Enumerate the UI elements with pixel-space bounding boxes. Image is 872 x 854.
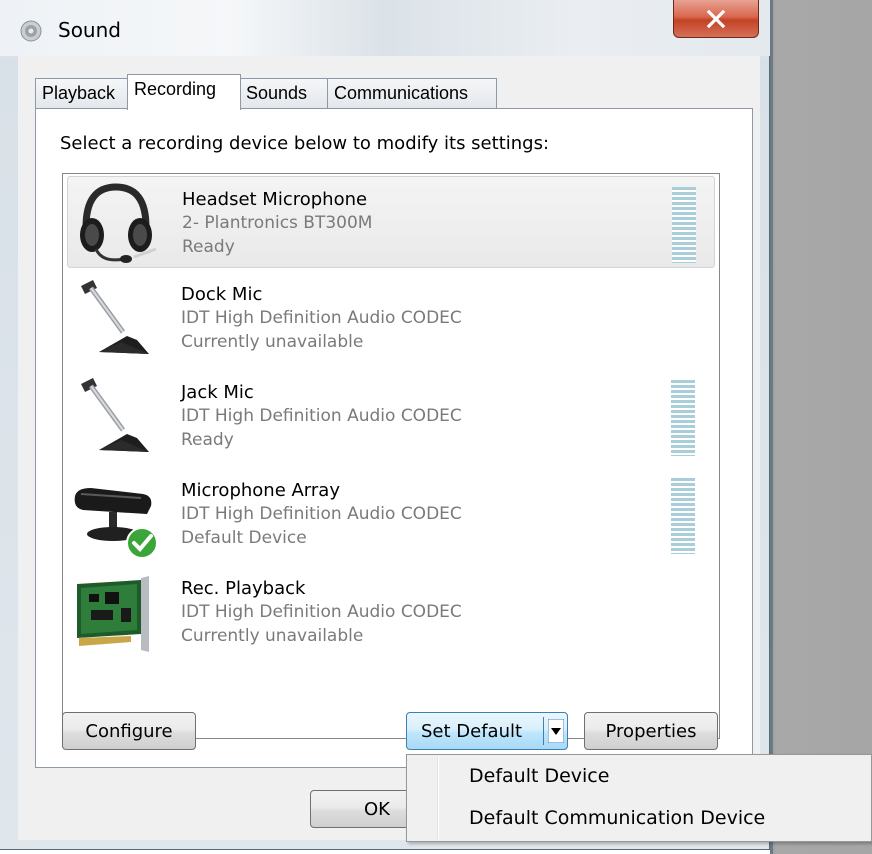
configure-button[interactable]: Configure xyxy=(62,712,196,750)
close-button[interactable] xyxy=(673,0,759,38)
window-title: Sound xyxy=(58,18,121,42)
chevron-down-icon xyxy=(548,719,564,743)
level-meter xyxy=(672,187,696,263)
green-check-icon xyxy=(126,527,158,559)
speaker-icon xyxy=(20,20,42,42)
device-name: Dock Mic xyxy=(181,284,263,305)
sound-card-icon xyxy=(77,576,149,652)
microphone-stand-icon xyxy=(81,378,149,452)
list-item-headset-microphone[interactable]: Headset Microphone 2- Plantronics BT300M… xyxy=(67,176,715,268)
device-driver: IDT High Definition Audio CODEC xyxy=(181,406,462,426)
tab-recording[interactable]: Recording xyxy=(127,74,241,110)
device-status: Currently unavailable xyxy=(181,332,364,352)
device-status: Default Device xyxy=(181,528,307,548)
title-bar[interactable]: Sound xyxy=(0,0,770,56)
properties-button[interactable]: Properties xyxy=(584,712,718,750)
device-list[interactable]: Headset Microphone 2- Plantronics BT300M… xyxy=(62,173,720,739)
device-driver: IDT High Definition Audio CODEC xyxy=(181,602,462,622)
list-item-microphone-array[interactable]: Microphone Array IDT High Definition Aud… xyxy=(67,468,715,560)
desktop-background xyxy=(770,0,872,854)
set-default-dropdown-menu: Default Device Default Communication Dev… xyxy=(406,754,872,842)
device-name: Rec. Playback xyxy=(181,578,306,599)
list-item-dock-mic[interactable]: Dock Mic IDT High Definition Audio CODEC… xyxy=(67,272,715,364)
dialog-client-area: Playback Recording Sounds Communications… xyxy=(18,56,760,840)
instruction-text: Select a recording device below to modif… xyxy=(60,133,550,154)
tab-playback[interactable]: Playback xyxy=(35,78,129,108)
close-icon xyxy=(706,9,726,28)
level-meter xyxy=(671,380,695,456)
set-default-button[interactable]: Set Default xyxy=(406,712,568,750)
device-driver: IDT High Definition Audio CODEC xyxy=(181,504,462,524)
set-default-dropdown-arrow[interactable] xyxy=(547,717,565,745)
device-status: Currently unavailable xyxy=(181,626,364,646)
recording-panel: Select a recording device below to modif… xyxy=(35,108,753,768)
set-default-label: Set Default xyxy=(421,721,523,742)
device-name: Microphone Array xyxy=(181,480,340,501)
microphone-stand-icon xyxy=(81,280,149,354)
device-status: Ready xyxy=(182,237,235,257)
menu-item-default-device[interactable]: Default Device xyxy=(469,765,609,787)
tab-sounds[interactable]: Sounds xyxy=(239,78,329,108)
tab-communications[interactable]: Communications xyxy=(327,78,497,108)
level-meter xyxy=(671,478,695,554)
device-status: Ready xyxy=(181,430,234,450)
split-separator xyxy=(543,717,544,745)
device-driver: IDT High Definition Audio CODEC xyxy=(181,308,462,328)
list-item-jack-mic[interactable]: Jack Mic IDT High Definition Audio CODEC… xyxy=(67,370,715,462)
menu-item-default-communication-device[interactable]: Default Communication Device xyxy=(469,807,765,829)
list-item-rec-playback[interactable]: Rec. Playback IDT High Definition Audio … xyxy=(67,566,715,658)
sound-dialog: Sound Playback Recording Sounds Communic… xyxy=(0,0,770,850)
menu-gutter xyxy=(437,757,438,839)
device-name: Headset Microphone xyxy=(182,189,368,210)
device-name: Jack Mic xyxy=(181,382,254,403)
headset-icon xyxy=(80,183,157,263)
device-driver: 2- Plantronics BT300M xyxy=(182,213,373,233)
